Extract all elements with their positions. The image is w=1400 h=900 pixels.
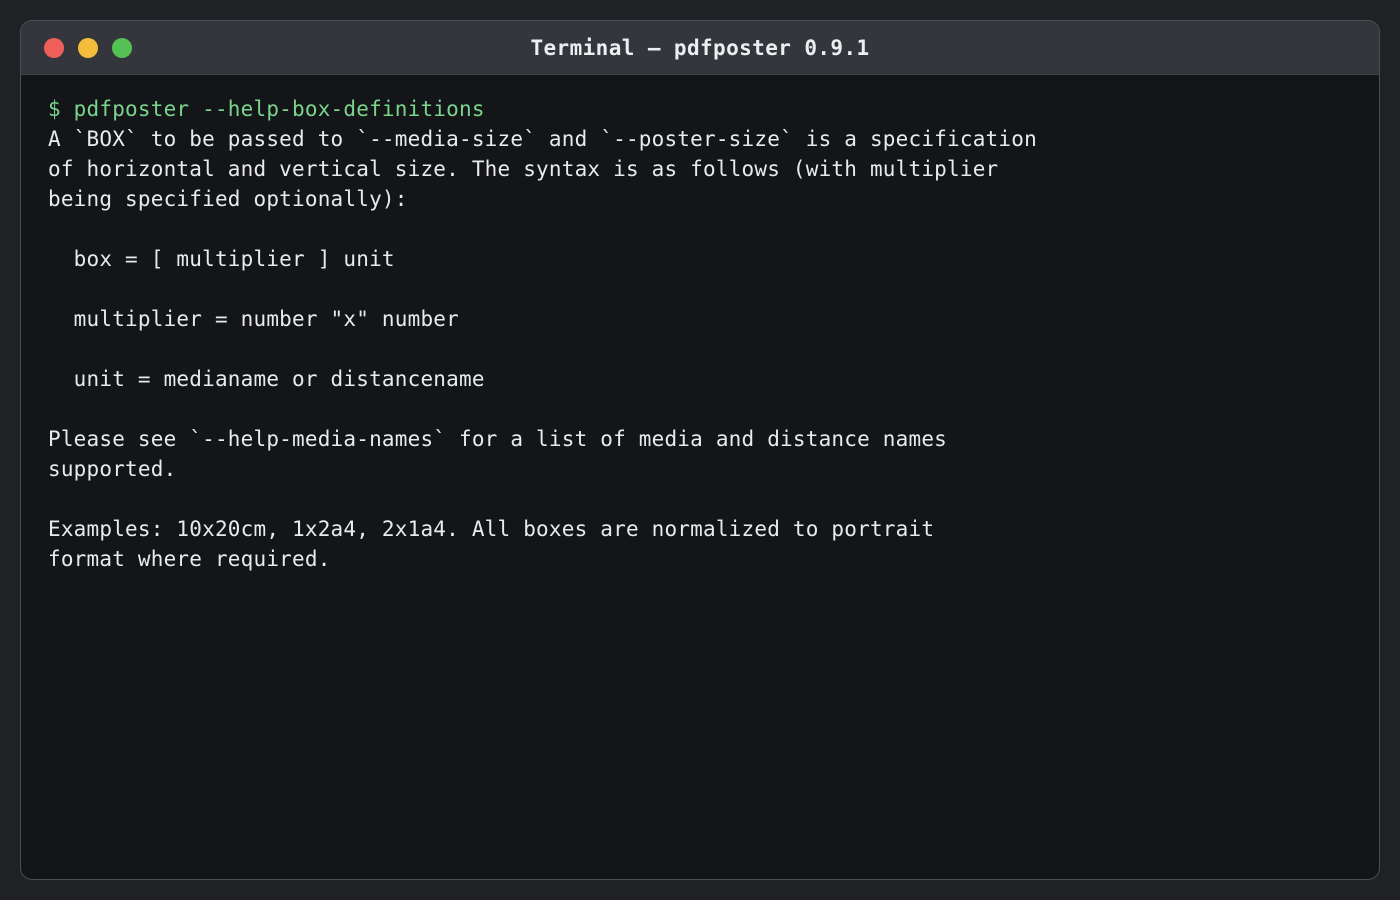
command-line: $ pdfposter --help-box-definitions: [48, 97, 485, 121]
output-line: of horizontal and vertical size. The syn…: [48, 157, 999, 181]
output-line: Please see `--help-media-names` for a li…: [48, 427, 948, 451]
output-line: Examples: 10x20cm, 1x2a4, 2x1a4. All box…: [48, 517, 935, 541]
terminal-output[interactable]: $ pdfposter --help-box-definitions A `BO…: [21, 75, 1379, 574]
output-line: multiplier = number "x" number: [48, 307, 459, 331]
output-line: being specified optionally):: [48, 187, 408, 211]
terminal-window: Terminal — pdfposter 0.9.1 $ pdfposter -…: [20, 20, 1380, 880]
output-line: format where required.: [48, 547, 331, 571]
output-line: unit = medianame or distancename: [48, 367, 485, 391]
output-line: supported.: [48, 457, 177, 481]
title-bar[interactable]: Terminal — pdfposter 0.9.1: [21, 21, 1379, 75]
output-line: A `BOX` to be passed to `--media-size` a…: [48, 127, 1037, 151]
output-line: box = [ multiplier ] unit: [48, 247, 395, 271]
window-title: Terminal — pdfposter 0.9.1: [530, 36, 870, 60]
